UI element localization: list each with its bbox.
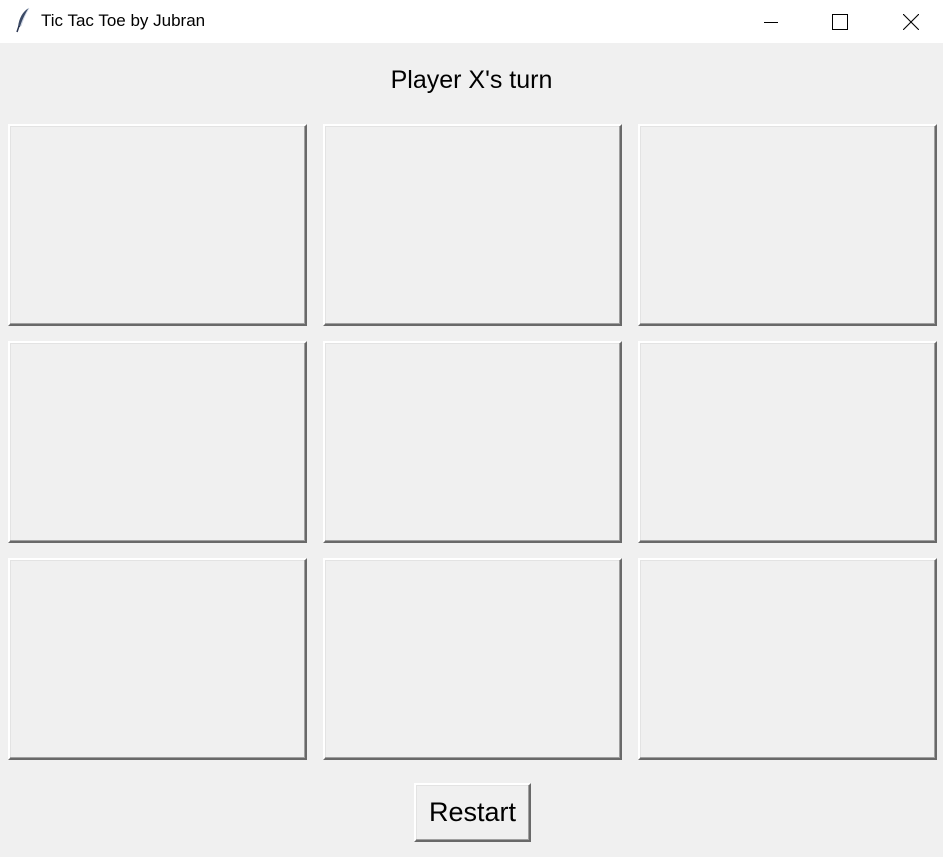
- board-cell-2-2[interactable]: [638, 558, 937, 760]
- restart-button[interactable]: Restart: [414, 783, 531, 842]
- game-window: Player X's turn Restart: [0, 43, 943, 857]
- board-cell-1-2[interactable]: [638, 341, 937, 543]
- window-title: Tic Tac Toe by Jubran: [41, 11, 206, 30]
- board-cell-0-1[interactable]: [323, 124, 622, 326]
- close-icon: [903, 13, 919, 30]
- board-cell-0-0[interactable]: [8, 124, 307, 326]
- board-cell-2-0[interactable]: [8, 558, 307, 760]
- feather-icon: [14, 7, 34, 33]
- minimize-button[interactable]: [740, 0, 802, 43]
- board-cell-2-1[interactable]: [323, 558, 622, 760]
- board-cell-1-0[interactable]: [8, 341, 307, 543]
- board-cell-0-2[interactable]: [638, 124, 937, 326]
- minimize-icon: [764, 15, 778, 29]
- turn-status-label: Player X's turn: [390, 66, 553, 94]
- close-button[interactable]: [880, 0, 942, 43]
- maximize-icon: [832, 13, 848, 30]
- board-cell-1-1[interactable]: [323, 341, 622, 543]
- maximize-button[interactable]: [809, 0, 871, 43]
- title-bar[interactable]: Tic Tac Toe by Jubran: [0, 0, 943, 43]
